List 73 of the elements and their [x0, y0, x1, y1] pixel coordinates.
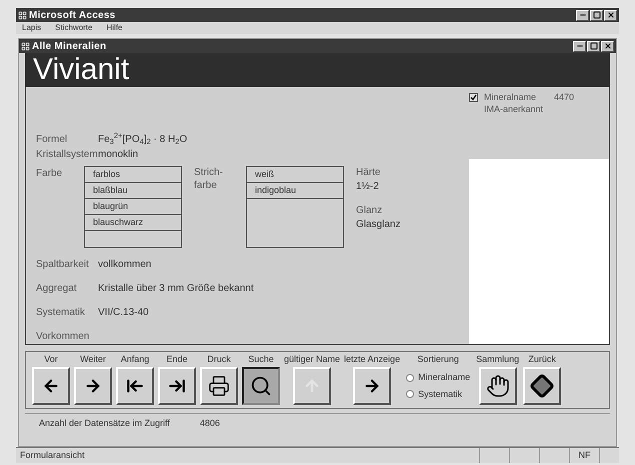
button-caption: Sammlung [476, 355, 520, 364]
maximize-button[interactable] [587, 40, 600, 52]
button-caption: Weiter [80, 355, 106, 364]
maximize-icon [590, 42, 598, 50]
status-text: Formularansicht [19, 448, 86, 462]
button-caption: Vor [44, 355, 58, 364]
mineral-name: Vivianit [33, 55, 130, 85]
sorting-label: Sortierung [417, 355, 459, 364]
sort-radio[interactable]: Mineralname [406, 371, 470, 384]
last-record-icon [168, 377, 186, 395]
list-item[interactable]: blaßblau [85, 183, 181, 199]
button-caption: gültiger Name [284, 355, 340, 364]
field-label: Strich- farbe [194, 166, 224, 192]
printer-icon [208, 375, 230, 397]
field-value: Fe$_{3}$$^{2+}$[PO$_{4}$]$_{2}$ · 8 H$_{2}$O [98, 132, 188, 147]
button-caption: Anfang [120, 355, 150, 364]
field-label: Spaltbarkeit [36, 258, 90, 272]
field-label: Kristallsystem [36, 148, 98, 162]
field-label: Aggregat [36, 282, 78, 296]
button-caption: Ende [166, 355, 188, 364]
menu-item[interactable]: Hilfe [106, 22, 122, 34]
field-value: 1½-2 [356, 180, 380, 194]
status-indicator: NF [569, 448, 599, 463]
maximize-button[interactable] [590, 10, 603, 20]
field-label: Vorkommen [36, 330, 90, 344]
record-id: 4470 [554, 91, 574, 103]
form-title: Alle Mineralien [32, 40, 106, 54]
minimize-button[interactable] [573, 40, 586, 52]
button-caption: Zurück [528, 355, 556, 364]
first-record-icon [126, 377, 144, 395]
checkbox-label: Mineralname IMA-anerkannt [484, 91, 544, 115]
hand-icon [486, 374, 510, 398]
close-button[interactable] [604, 10, 617, 20]
form-icon [21, 42, 30, 50]
menu-item[interactable]: Lapis [22, 22, 42, 34]
list-item[interactable]: blauschwarz [85, 215, 181, 231]
app-title: Microsoft Access [29, 8, 116, 22]
app-icon [18, 10, 27, 20]
list-item[interactable]: weiß [247, 167, 343, 183]
close-button[interactable] [601, 40, 614, 52]
field-label: Formel [36, 133, 68, 147]
diamond-icon [530, 374, 554, 398]
button-caption: Druck [207, 355, 231, 364]
field-value: Kristalle über 3 mm Größe bekannt [98, 282, 254, 296]
field-value: VII/C.13-40 [98, 306, 149, 320]
list-item[interactable]: farblos [85, 167, 181, 183]
field-label: Glanz [356, 204, 384, 218]
field-value: Glasglanz [356, 218, 400, 232]
record-count-label: Anzahl der Datensätze im Zugriff [39, 417, 170, 430]
right-arrow-icon [363, 377, 382, 395]
maximize-icon [592, 11, 600, 19]
list-item[interactable]: blaugrün [85, 199, 181, 215]
close-icon [604, 42, 612, 50]
menu-item[interactable]: Stichworte [55, 22, 92, 34]
button-caption: Suche [248, 355, 274, 364]
sort-radio[interactable]: Systematik [406, 388, 470, 401]
search-icon [250, 375, 272, 397]
list-box[interactable]: farblos blaßblau blaugrün blauschwarz [84, 166, 182, 248]
record-count: 4806 [200, 417, 220, 430]
ima-checkbox[interactable] [469, 93, 478, 102]
check-icon [470, 94, 477, 101]
list-item[interactable]: indigoblau [247, 183, 343, 199]
field-label: Systematik [36, 306, 86, 320]
right-arrow-icon [84, 377, 102, 395]
close-icon [606, 11, 614, 19]
toolbar-button[interactable] [242, 367, 280, 405]
field-value: monoklin [98, 148, 138, 162]
minimize-button[interactable] [576, 10, 589, 20]
button-caption: letzte Anzeige [344, 355, 400, 364]
list-box[interactable]: weiß indigoblau [246, 166, 344, 248]
field-label: Farbe [36, 167, 64, 181]
field-label: Härte [356, 166, 382, 180]
field-value: vollkommen [98, 258, 152, 272]
